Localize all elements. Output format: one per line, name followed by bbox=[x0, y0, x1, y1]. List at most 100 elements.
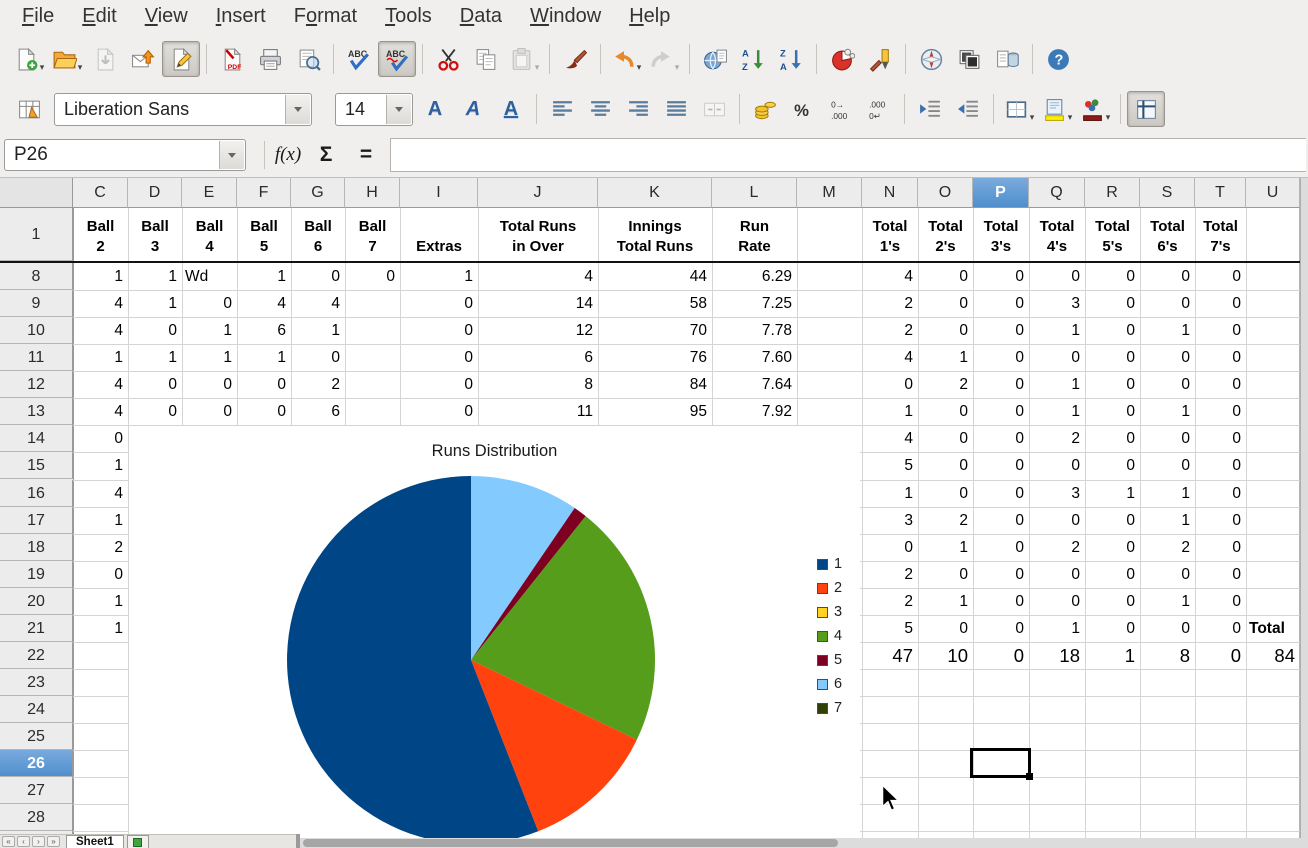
column-header-G[interactable]: G bbox=[291, 178, 345, 208]
cell-E8[interactable]: Wd bbox=[182, 263, 237, 290]
column-header-Q[interactable]: Q bbox=[1029, 178, 1085, 208]
column-header-N[interactable]: N bbox=[862, 178, 918, 208]
cell-N13[interactable]: 1 bbox=[862, 398, 918, 425]
cell-K12[interactable]: 84 bbox=[598, 371, 712, 398]
cell-O8[interactable]: 0 bbox=[918, 263, 973, 290]
row-header-23[interactable]: 23 bbox=[0, 669, 73, 696]
first-sheet-button[interactable]: « bbox=[2, 836, 15, 847]
cell-P15[interactable]: 0 bbox=[973, 452, 1029, 479]
cell-C1[interactable]: Ball2 bbox=[73, 209, 128, 261]
cell-T18[interactable]: 0 bbox=[1195, 534, 1246, 561]
cell-R15[interactable]: 0 bbox=[1085, 452, 1140, 479]
cell-H1[interactable]: Ball7 bbox=[345, 209, 400, 261]
cell-T9[interactable]: 0 bbox=[1195, 290, 1246, 317]
cell-K9[interactable]: 58 bbox=[598, 290, 712, 317]
cell-F13[interactable]: 0 bbox=[237, 398, 291, 425]
cell-O22[interactable]: 10 bbox=[918, 642, 973, 669]
cell-C11[interactable]: 1 bbox=[73, 344, 128, 371]
cell-Q11[interactable]: 0 bbox=[1029, 344, 1085, 371]
cell-F9[interactable]: 4 bbox=[237, 290, 291, 317]
cell-G13[interactable]: 6 bbox=[291, 398, 345, 425]
cell-P17[interactable]: 0 bbox=[973, 507, 1029, 534]
cell-O11[interactable]: 1 bbox=[918, 344, 973, 371]
row-header-28[interactable]: 28 bbox=[0, 804, 73, 831]
cell-I1[interactable]: Extras bbox=[400, 209, 478, 261]
cell-E13[interactable]: 0 bbox=[182, 398, 237, 425]
column-header-E[interactable]: E bbox=[182, 178, 237, 208]
cell-Q21[interactable]: 1 bbox=[1029, 615, 1085, 642]
column-header-O[interactable]: O bbox=[918, 178, 973, 208]
row-header-27[interactable]: 27 bbox=[0, 777, 73, 804]
cell-K8[interactable]: 44 bbox=[598, 263, 712, 290]
cell-C15[interactable]: 1 bbox=[73, 452, 128, 479]
cell-S8[interactable]: 0 bbox=[1140, 263, 1195, 290]
cell-O9[interactable]: 0 bbox=[918, 290, 973, 317]
row-header-18[interactable]: 18 bbox=[0, 534, 73, 561]
cell-S17[interactable]: 1 bbox=[1140, 507, 1195, 534]
cell-N10[interactable]: 2 bbox=[862, 317, 918, 344]
cell-T15[interactable]: 0 bbox=[1195, 452, 1246, 479]
cell-O15[interactable]: 0 bbox=[918, 452, 973, 479]
cell-S16[interactable]: 1 bbox=[1140, 480, 1195, 507]
row-header-10[interactable]: 10 bbox=[0, 317, 73, 344]
cell-R20[interactable]: 0 bbox=[1085, 588, 1140, 615]
cell-C20[interactable]: 1 bbox=[73, 588, 128, 615]
column-header-F[interactable]: F bbox=[237, 178, 291, 208]
cell-R14[interactable]: 0 bbox=[1085, 425, 1140, 452]
cell-G1[interactable]: Ball6 bbox=[291, 209, 345, 261]
cell-P14[interactable]: 0 bbox=[973, 425, 1029, 452]
cell-K10[interactable]: 70 bbox=[598, 317, 712, 344]
cell-N1[interactable]: Total1's bbox=[862, 209, 918, 261]
column-header-S[interactable]: S bbox=[1140, 178, 1195, 208]
column-header-U[interactable]: U bbox=[1246, 178, 1300, 208]
cell-O17[interactable]: 2 bbox=[918, 507, 973, 534]
cell-Q12[interactable]: 1 bbox=[1029, 371, 1085, 398]
cell-N12[interactable]: 0 bbox=[862, 371, 918, 398]
cell-F11[interactable]: 1 bbox=[237, 344, 291, 371]
cell-G11[interactable]: 0 bbox=[291, 344, 345, 371]
cell-H8[interactable]: 0 bbox=[345, 263, 400, 290]
cell-O14[interactable]: 0 bbox=[918, 425, 973, 452]
cell-T1[interactable]: Total7's bbox=[1195, 209, 1246, 261]
cell-U21[interactable]: Total bbox=[1246, 615, 1300, 642]
cell-S18[interactable]: 2 bbox=[1140, 534, 1195, 561]
cell-N19[interactable]: 2 bbox=[862, 561, 918, 588]
cell-T12[interactable]: 0 bbox=[1195, 371, 1246, 398]
cell-O10[interactable]: 0 bbox=[918, 317, 973, 344]
cell-T10[interactable]: 0 bbox=[1195, 317, 1246, 344]
cell-N8[interactable]: 4 bbox=[862, 263, 918, 290]
cell-D10[interactable]: 0 bbox=[128, 317, 182, 344]
cell-K1[interactable]: InningsTotal Runs bbox=[598, 209, 712, 261]
cell-C17[interactable]: 1 bbox=[73, 507, 128, 534]
cell-P18[interactable]: 0 bbox=[973, 534, 1029, 561]
column-header-C[interactable]: C bbox=[73, 178, 128, 208]
cell-O20[interactable]: 1 bbox=[918, 588, 973, 615]
cell-C19[interactable]: 0 bbox=[73, 561, 128, 588]
cell-N14[interactable]: 4 bbox=[862, 425, 918, 452]
cell-N21[interactable]: 5 bbox=[862, 615, 918, 642]
cell-O19[interactable]: 0 bbox=[918, 561, 973, 588]
cell-F1[interactable]: Ball5 bbox=[237, 209, 291, 261]
cell-P16[interactable]: 0 bbox=[973, 480, 1029, 507]
cell-Q13[interactable]: 1 bbox=[1029, 398, 1085, 425]
cell-S12[interactable]: 0 bbox=[1140, 371, 1195, 398]
fill-handle[interactable] bbox=[1026, 773, 1033, 780]
cell-O21[interactable]: 0 bbox=[918, 615, 973, 642]
row-header-21[interactable]: 21 bbox=[0, 615, 73, 642]
cell-J1[interactable]: Total Runsin Over bbox=[478, 209, 598, 261]
cell-C14[interactable]: 0 bbox=[73, 425, 128, 452]
cell-N11[interactable]: 4 bbox=[862, 344, 918, 371]
cell-O12[interactable]: 2 bbox=[918, 371, 973, 398]
cell-C18[interactable]: 2 bbox=[73, 534, 128, 561]
column-header-P[interactable]: P bbox=[973, 178, 1029, 208]
cell-R11[interactable]: 0 bbox=[1085, 344, 1140, 371]
cell-N17[interactable]: 3 bbox=[862, 507, 918, 534]
cell-L13[interactable]: 7.92 bbox=[712, 398, 797, 425]
cell-R17[interactable]: 0 bbox=[1085, 507, 1140, 534]
cell-R13[interactable]: 0 bbox=[1085, 398, 1140, 425]
cell-N18[interactable]: 0 bbox=[862, 534, 918, 561]
cell-Q15[interactable]: 0 bbox=[1029, 452, 1085, 479]
cell-P11[interactable]: 0 bbox=[973, 344, 1029, 371]
cell-I10[interactable]: 0 bbox=[400, 317, 478, 344]
cell-F8[interactable]: 1 bbox=[237, 263, 291, 290]
